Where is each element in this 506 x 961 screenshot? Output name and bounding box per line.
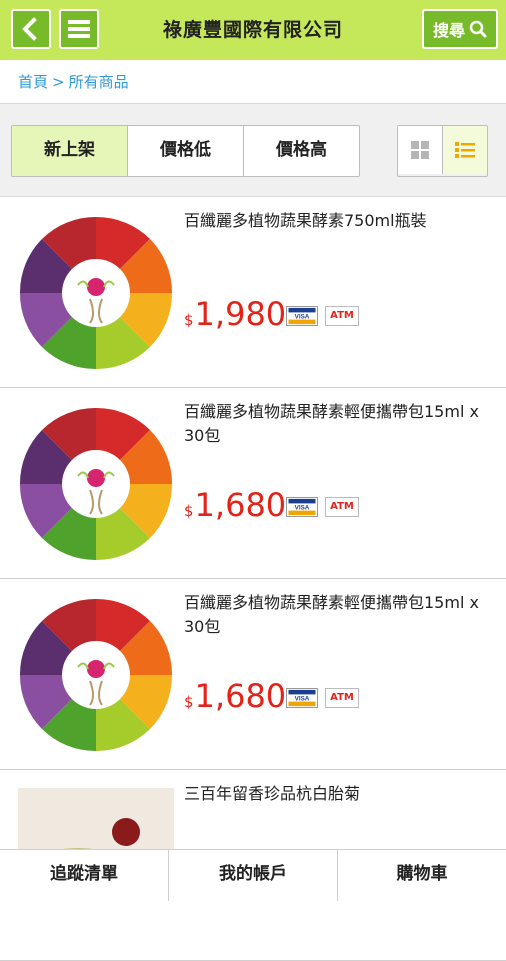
back-icon	[22, 17, 37, 41]
product-price: $1,680	[184, 677, 286, 715]
list-view-icon	[455, 142, 475, 158]
breadcrumb-separator: >	[52, 73, 65, 91]
product-item[interactable]: 百纖麗多植物蔬果酵素750ml瓶裝 $1,980 VISA ATM	[0, 197, 506, 388]
product-image[interactable]	[18, 215, 174, 371]
product-price: $1,680	[184, 486, 286, 524]
price-value: 1,980	[194, 295, 287, 333]
visa-icon: VISA	[286, 306, 318, 326]
product-price: $1,980	[184, 295, 286, 333]
account-tab[interactable]: 我的帳戶	[169, 850, 338, 901]
atm-badge: ATM	[325, 306, 359, 326]
currency-symbol: $	[184, 693, 194, 711]
visa-text: VISA	[295, 314, 310, 321]
product-image[interactable]	[18, 597, 174, 753]
menu-icon	[68, 20, 90, 38]
product-item[interactable]: 百纖麗多植物蔬果酵素輕便攜帶包15ml x 30包 $1,680 VISA AT…	[0, 579, 506, 770]
cart-tab[interactable]: 購物車	[338, 850, 506, 901]
visa-icon: VISA	[286, 497, 318, 517]
atm-badge: ATM	[325, 497, 359, 517]
currency-symbol: $	[184, 502, 194, 520]
product-image[interactable]	[18, 406, 174, 562]
wishlist-tab[interactable]: 追蹤清單	[0, 850, 169, 901]
price-value: 1,680	[194, 677, 287, 715]
view-toggle	[397, 125, 488, 177]
list-view-button[interactable]	[443, 126, 487, 174]
grid-view-icon	[411, 141, 429, 159]
visa-text: VISA	[295, 505, 310, 512]
search-icon	[469, 20, 487, 38]
sort-price-low-button[interactable]: 價格低	[128, 126, 244, 176]
price-value: 1,680	[194, 486, 287, 524]
breadcrumb: 首頁 > 所有商品	[0, 60, 506, 104]
visa-text: VISA	[295, 696, 310, 703]
search-label: 搜尋	[432, 21, 465, 40]
product-item[interactable]: 百纖麗多植物蔬果酵素輕便攜帶包15ml x 30包 $1,680 VISA AT…	[0, 388, 506, 579]
sort-new-button[interactable]: 新上架	[12, 126, 128, 176]
sort-bar: 新上架 價格低 價格高	[0, 104, 506, 197]
sort-price-high-button[interactable]: 價格高	[244, 126, 359, 176]
visa-icon: VISA	[286, 688, 318, 708]
product-name[interactable]: 三百年留香珍品杭白胎菊	[184, 782, 494, 806]
grid-view-button[interactable]	[398, 126, 443, 174]
atm-badge: ATM	[325, 688, 359, 708]
product-name[interactable]: 百纖麗多植物蔬果酵素輕便攜帶包15ml x 30包	[184, 591, 494, 639]
product-name[interactable]: 百纖麗多植物蔬果酵素輕便攜帶包15ml x 30包	[184, 400, 494, 448]
sort-segmented-control: 新上架 價格低 價格高	[11, 125, 360, 177]
breadcrumb-home[interactable]: 首頁	[18, 73, 48, 91]
product-name[interactable]: 百纖麗多植物蔬果酵素750ml瓶裝	[184, 209, 494, 233]
breadcrumb-all-products[interactable]: 所有商品	[69, 73, 129, 91]
currency-symbol: $	[184, 311, 194, 329]
search-button[interactable]: 搜尋	[422, 9, 498, 49]
bottom-nav: 追蹤清單 我的帳戶 購物車	[0, 849, 506, 901]
back-button[interactable]	[11, 9, 51, 49]
page-title: 祿廣豐國際有限公司	[162, 19, 343, 41]
app-header: 祿廣豐國際有限公司 搜尋	[0, 0, 506, 60]
menu-button[interactable]	[59, 9, 99, 49]
